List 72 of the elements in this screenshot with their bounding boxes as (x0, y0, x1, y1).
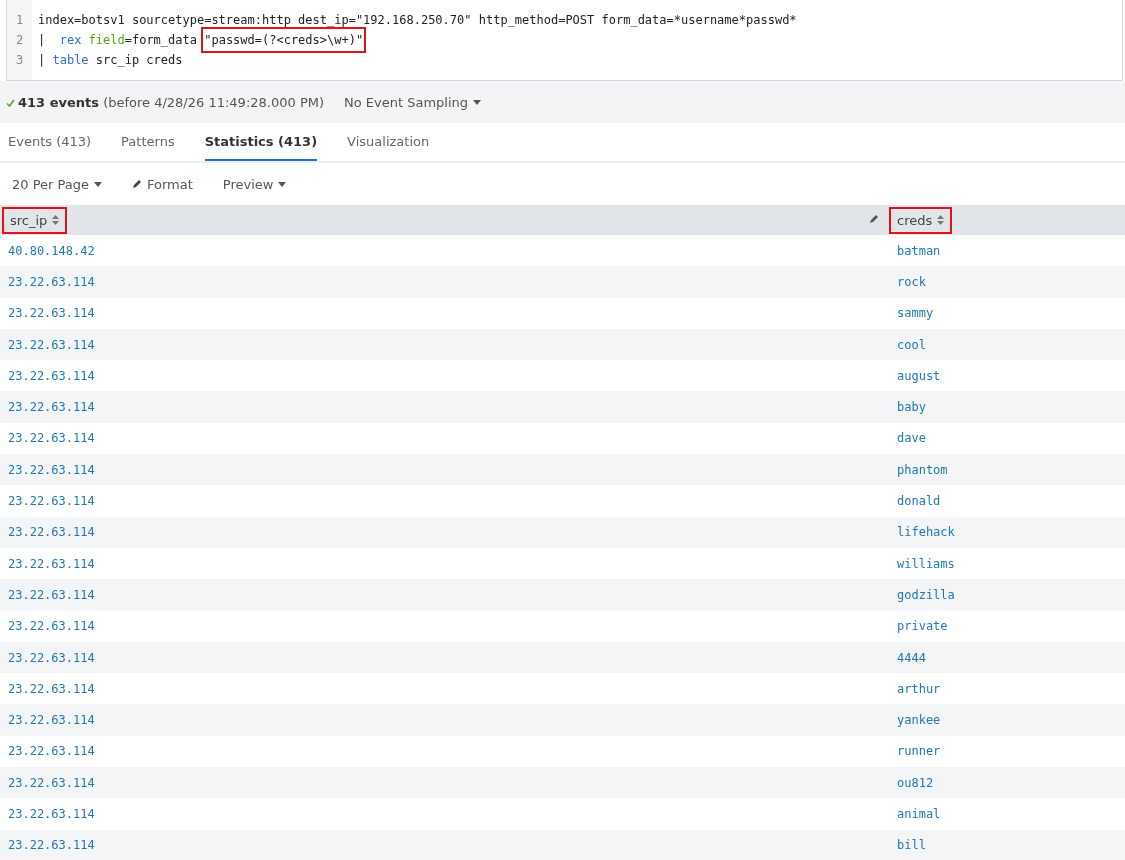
search-command: rex (59, 32, 82, 49)
search-text: "passwd=(?<creds>\w+)" (204, 30, 364, 50)
sort-icon[interactable] (52, 215, 60, 225)
table-cell[interactable]: donald (897, 494, 941, 508)
search-command: table (52, 52, 89, 69)
table-cell[interactable]: 23.22.63.114 (8, 494, 95, 508)
format-button[interactable]: Format (132, 176, 193, 192)
table-cell[interactable]: 23.22.63.114 (8, 462, 95, 477)
caret-icon (278, 181, 287, 187)
table-cell[interactable]: rock (897, 274, 926, 289)
table-cell[interactable]: dave (897, 431, 926, 446)
table-cell[interactable]: 23.22.63.114 (8, 337, 95, 352)
search-text: | (38, 32, 47, 49)
table-cell[interactable]: 40.80.148.42 (8, 243, 95, 258)
checkmark-icon (6, 99, 15, 107)
table-cell[interactable]: 23.22.63.114 (8, 744, 95, 759)
table-cell[interactable]: lifehack (897, 525, 955, 540)
column-header[interactable]: creds (889, 206, 953, 234)
sort-icon[interactable] (937, 215, 945, 225)
table-cell[interactable]: 4444 (897, 650, 926, 665)
pencil-icon[interactable] (869, 214, 879, 224)
table-cell[interactable]: 23.22.63.114 (8, 587, 95, 602)
table-cell[interactable]: ou812 (897, 775, 934, 790)
caret-icon (473, 99, 482, 105)
line-number: 2 (15, 32, 24, 49)
table-cell[interactable]: private (897, 619, 948, 634)
line-number: 3 (15, 52, 24, 69)
table-cell[interactable]: 23.22.63.114 (8, 807, 95, 821)
table-cell[interactable]: 23.22.63.114 (8, 838, 95, 853)
caret-icon (94, 181, 102, 187)
column-header[interactable]: src_ip (2, 206, 68, 234)
table-cell[interactable]: phantom (897, 462, 948, 477)
table-cell[interactable]: august (897, 368, 941, 383)
table-cell[interactable]: williams (897, 556, 955, 571)
table-cell[interactable]: yankee (897, 713, 941, 728)
table-cell[interactable]: 23.22.63.114 (8, 306, 95, 321)
table-cell[interactable]: 23.22.63.114 (8, 274, 95, 289)
pencil-icon (132, 179, 142, 189)
table-cell[interactable]: 23.22.63.114 (8, 619, 95, 634)
search-text: =form_data (124, 32, 198, 49)
table-cell[interactable]: 23.22.63.114 (8, 525, 95, 540)
table-cell[interactable]: 23.22.63.114 (8, 400, 95, 415)
search-argument: field (88, 32, 125, 49)
table-cell[interactable]: sammy (897, 306, 934, 321)
search-text: | (38, 52, 47, 69)
search-text: index=botsv1 sourcetype=stream:http dest_ip="192.168.250.70" http_method=POST form_data=*username*passwd* (38, 12, 797, 29)
table-cell[interactable]: arthur (897, 681, 941, 696)
table-cell[interactable]: batman (897, 243, 941, 258)
table-cell[interactable]: 23.22.63.114 (8, 556, 95, 571)
line-number: 1 (15, 12, 24, 29)
search-editor[interactable]: 1 2 3 index=botsv1 sourcetype=stream:http dest_ip="192.168.250.70" http_method=POST form_data=*username*passwd* | rex field=form_data "passwd=(?<creds>\w+)" | table src_ip creds (6, 0, 1123, 81)
table-cell[interactable]: 23.22.63.114 (8, 775, 95, 790)
table-cell[interactable]: animal (897, 807, 941, 821)
tab[interactable]: Statistics (413) (204, 123, 318, 161)
table-cell[interactable]: runner (897, 744, 941, 759)
table-cell[interactable]: 23.22.63.114 (8, 368, 95, 383)
table-cell[interactable]: 23.22.63.114 (8, 681, 95, 696)
table-cell[interactable]: baby (897, 400, 926, 415)
tab[interactable]: Events (413) (8, 123, 92, 161)
table-cell[interactable]: bill (897, 838, 926, 853)
table-cell[interactable]: 23.22.63.114 (8, 713, 95, 728)
sampling-dropdown[interactable]: No Event Sampling (344, 94, 482, 110)
tab[interactable]: Visualization (347, 123, 430, 161)
table-cell[interactable]: 23.22.63.114 (8, 650, 95, 665)
preview-dropdown[interactable]: Preview (222, 176, 287, 192)
tab[interactable]: Patterns (121, 123, 175, 161)
table-cell[interactable]: godzilla (897, 587, 955, 602)
search-text: src_ip creds (95, 52, 183, 69)
event-count: 413 events (before 4/28/26 11:49:28.000 PM) (6, 94, 324, 110)
table-cell[interactable]: cool (897, 337, 926, 352)
table-cell[interactable]: 23.22.63.114 (8, 431, 95, 446)
per-page-dropdown[interactable]: 20 Per Page (12, 176, 102, 192)
